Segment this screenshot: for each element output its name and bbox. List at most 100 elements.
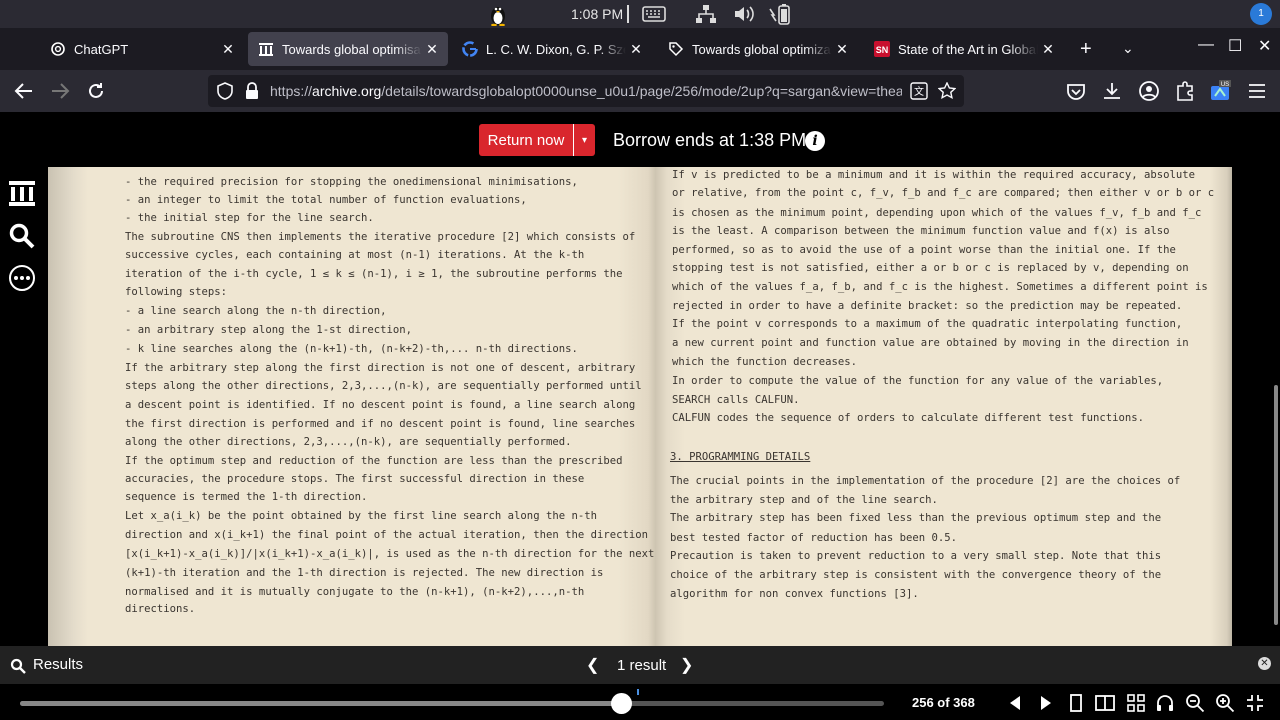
close-tab-icon[interactable]: ✕: [626, 41, 646, 58]
text-line: a descent point is identified. If no des…: [125, 399, 636, 411]
system-clock[interactable]: 1:08 PM: [571, 6, 623, 22]
text-line: - an integer to limit the total number o…: [125, 194, 527, 206]
text-line: the arbitrary step and of the line searc…: [670, 494, 938, 506]
return-dropdown-chevron-icon[interactable]: ▾: [573, 124, 595, 156]
text-line: rejected in order to have a definite bra…: [672, 300, 1183, 312]
thumbnail-view-icon[interactable]: [1126, 693, 1146, 713]
url-prefix: https://: [270, 83, 313, 99]
previous-result-icon[interactable]: ❮: [586, 655, 599, 675]
close-tab-icon[interactable]: ✕: [422, 41, 442, 58]
text-line: or relative, from the point c, f_v, f_b …: [672, 187, 1215, 199]
close-tab-icon[interactable]: ✕: [1038, 41, 1058, 58]
results-label[interactable]: Results: [33, 656, 83, 673]
zoom-out-icon[interactable]: [1185, 693, 1205, 713]
archive-logo-icon[interactable]: [8, 179, 36, 207]
url-bar[interactable]: https://archive.org/details/towardsgloba…: [208, 75, 964, 107]
tab-towards-global-optimisation[interactable]: Towards global optimisatio ✕: [248, 32, 448, 66]
text-line: If the point v corresponds to a maximum …: [672, 318, 1183, 330]
tab-towards-global-optimization[interactable]: Towards global optimizatio ✕: [658, 32, 858, 66]
text-line: choice of the arbitrary step is consiste…: [670, 569, 1162, 581]
tab-list-chevron-icon[interactable]: ⌄: [1122, 40, 1134, 57]
text-line: is the least. A comparison between the m…: [672, 225, 1170, 237]
tab-chatgpt[interactable]: ChatGPT ✕: [40, 32, 244, 66]
close-tab-icon[interactable]: ✕: [218, 41, 238, 58]
reader-sidebar: [0, 167, 48, 646]
tab-dixon-szego[interactable]: L. C. W. Dixon, G. P. Szegö ✕: [452, 32, 652, 66]
flip-left-icon[interactable]: [1006, 693, 1026, 713]
archive-favicon-icon: [258, 41, 274, 57]
zoom-in-icon[interactable]: [1215, 693, 1235, 713]
tab-title: Towards global optimisatio: [282, 41, 422, 57]
translate-icon[interactable]: 文: [910, 82, 928, 100]
account-icon[interactable]: [1137, 80, 1161, 102]
scrollbar-thumb[interactable]: [1274, 385, 1278, 625]
text-line: Precaution is taken to prevent reduction…: [670, 550, 1162, 562]
two-page-view-icon[interactable]: [1095, 693, 1115, 713]
network-icon[interactable]: [694, 3, 718, 25]
extensions-icon[interactable]: [1173, 80, 1197, 102]
os-top-bar: 1:08 PM 1: [0, 0, 1280, 28]
slider-fill: [20, 701, 622, 706]
back-icon[interactable]: [12, 80, 36, 102]
browser-tab-bar: ChatGPT ✕ Towards global optimisatio ✕ L…: [0, 28, 1280, 70]
text-line: If the arbitrary step along the first di…: [125, 362, 636, 374]
flip-right-icon[interactable]: [1035, 693, 1055, 713]
info-icon[interactable]: i: [805, 131, 825, 151]
close-results-icon[interactable]: ✕: [1258, 657, 1271, 670]
close-tab-icon[interactable]: ✕: [832, 41, 852, 58]
pocket-icon[interactable]: [1064, 80, 1088, 102]
text-line: The subroutine CNS then implements the i…: [125, 231, 636, 243]
shield-icon[interactable]: [216, 82, 234, 100]
volume-icon[interactable]: [732, 3, 756, 25]
language-extension-icon[interactable]: US: [1209, 80, 1233, 102]
one-page-view-icon[interactable]: [1066, 693, 1086, 713]
keyboard-icon[interactable]: [642, 3, 666, 25]
reader-footer: 256 of 368: [0, 684, 1280, 720]
text-line: SEARCH calls CALFUN.: [672, 394, 800, 406]
book-viewer[interactable]: - the required precision for stopping th…: [48, 167, 1232, 646]
maximize-icon[interactable]: ☐: [1228, 36, 1242, 56]
text-line: is chosen as the minimum point, dependin…: [672, 207, 1202, 219]
exit-fullscreen-icon[interactable]: [1245, 693, 1265, 713]
text-line: algorithm for non convex functions [3].: [670, 588, 919, 600]
bookmark-star-icon[interactable]: [938, 82, 956, 100]
more-options-icon[interactable]: [8, 264, 36, 292]
lock-icon[interactable]: [244, 82, 260, 100]
next-result-icon[interactable]: ❯: [680, 655, 693, 675]
search-icon[interactable]: [8, 222, 36, 250]
forward-icon[interactable]: [48, 80, 72, 102]
new-tab-icon[interactable]: +: [1080, 38, 1092, 61]
page-slider[interactable]: [20, 693, 884, 714]
text-line: performed, so as to avoid the use of a p…: [672, 244, 1176, 256]
section-heading: 3. PROGRAMMING DETAILS: [670, 451, 811, 463]
tux-icon[interactable]: [486, 2, 510, 26]
text-line: In order to compute the value of the fun…: [672, 375, 1164, 387]
slider-knob[interactable]: [611, 693, 633, 714]
tab-title: L. C. W. Dixon, G. P. Szegö: [486, 41, 626, 57]
text-line: the first direction is performed and if …: [125, 418, 636, 430]
close-window-icon[interactable]: ✕: [1258, 36, 1271, 56]
tab-state-of-the-art[interactable]: SN State of the Art in Global O ✕: [864, 32, 1064, 66]
download-icon[interactable]: [1100, 80, 1124, 102]
minimize-icon[interactable]: —: [1198, 36, 1214, 54]
text-line: directions.: [125, 603, 196, 615]
battery-icon[interactable]: [768, 3, 792, 25]
page-scrollbar[interactable]: [1272, 167, 1280, 646]
svg-text:SN: SN: [876, 45, 889, 55]
reload-icon[interactable]: [84, 80, 108, 102]
url-domain: archive.org: [312, 83, 382, 99]
url-text[interactable]: https://archive.org/details/towardsgloba…: [270, 83, 902, 99]
hamburger-menu-icon[interactable]: [1245, 80, 1269, 102]
text-line: - k line searches along the (n-k+1)-th, …: [125, 343, 578, 355]
url-path: /details/towardsglobalopt0000unse_u0u1/p…: [381, 83, 902, 99]
search-hit-marker[interactable]: [637, 689, 639, 695]
text-line: - an arbitrary step along the 1-st direc…: [125, 324, 413, 336]
text-line: accuracies, the procedure stops. The fir…: [125, 473, 585, 485]
read-aloud-headphones-icon[interactable]: [1155, 693, 1175, 713]
book-page-right: If v is predicted to be a minimum and it…: [655, 167, 1232, 646]
svg-text:US: US: [1221, 82, 1229, 88]
text-line: which of the values f_a, f_b, and f_c is…: [672, 281, 1208, 293]
notification-badge[interactable]: 1: [1250, 3, 1272, 25]
os-separator: [627, 5, 629, 23]
return-now-button[interactable]: Return now: [479, 124, 573, 156]
